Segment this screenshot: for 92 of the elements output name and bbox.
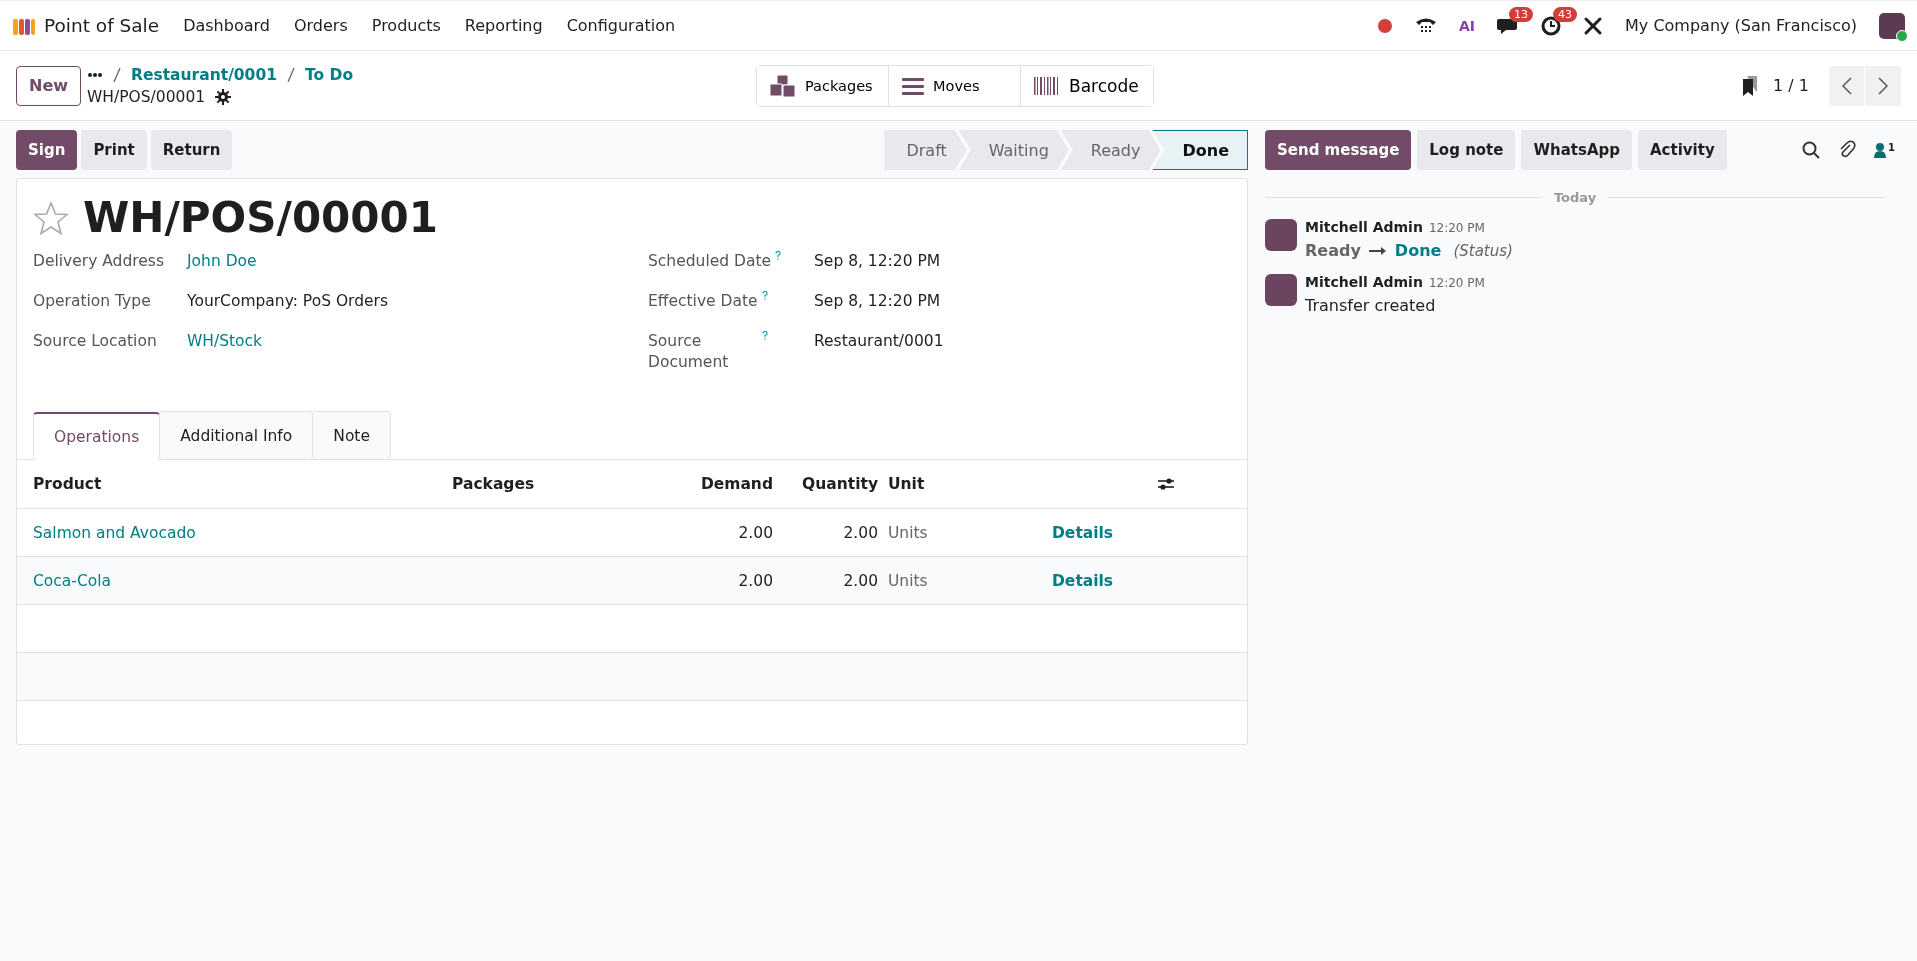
demand-cell: 2.00 <box>738 523 773 542</box>
column-settings-icon <box>1157 477 1174 492</box>
field-value: Sep 8, 12:20 PM <box>814 291 942 313</box>
new-button[interactable]: New <box>16 65 82 106</box>
date-separator: Today <box>1553 190 1597 205</box>
field-label: Source Document <box>648 331 730 374</box>
message-body: Transfer created <box>1305 296 1436 315</box>
chatter-button[interactable]: Activity <box>1638 130 1727 170</box>
record-dot-icon <box>1377 17 1393 34</box>
field-label: Source Location <box>33 331 157 353</box>
field-label: Delivery Address <box>33 251 164 273</box>
search-icon <box>1802 141 1821 159</box>
action-button[interactable]: Return <box>150 130 233 170</box>
menu-item[interactable]: Reporting <box>452 16 555 35</box>
user-avatar[interactable] <box>1879 12 1905 39</box>
gear-icon <box>215 88 232 105</box>
previous-button[interactable] <box>1829 65 1865 106</box>
question-icon <box>761 291 768 301</box>
message-author: Mitchell Admin <box>1305 219 1423 235</box>
slash-icon <box>286 66 295 83</box>
column-header[interactable]: Product <box>33 475 102 494</box>
demand-cell: 2.00 <box>738 571 773 590</box>
record-breadcrumb: WH/POS/00001 <box>87 87 206 106</box>
column-header[interactable]: Demand <box>700 475 773 494</box>
field-label: Effective Date <box>648 291 758 313</box>
chatter-button[interactable]: WhatsApp <box>1521 130 1632 170</box>
next-button[interactable] <box>1865 65 1901 106</box>
product-link[interactable]: Coca-Cola <box>33 571 112 590</box>
notebook-tab[interactable]: Operations <box>33 412 161 461</box>
more-icon <box>87 71 104 78</box>
question-icon <box>762 331 768 341</box>
author-avatar <box>1265 219 1297 251</box>
boxes-icon <box>769 73 797 98</box>
followers-button[interactable]: 1 <box>1874 142 1895 158</box>
action-button[interactable]: Print <box>81 130 147 170</box>
pager-value[interactable]: 1 / 1 <box>1773 76 1809 95</box>
quantity-cell: 2.00 <box>843 571 878 590</box>
barcode-icon <box>1033 75 1061 96</box>
chevron-left-icon <box>1841 76 1852 95</box>
details-link[interactable]: Details <box>1052 523 1114 542</box>
message-time: 12:20 PM <box>1428 276 1485 290</box>
tracking-new-value: Done <box>1394 241 1442 260</box>
message-time: 12:20 PM <box>1428 221 1485 235</box>
tracking-field-name: (Status) <box>1453 241 1513 260</box>
breadcrumb-link[interactable]: To Do <box>304 65 354 84</box>
chevron-right-icon <box>1878 76 1888 95</box>
status-step[interactable]: Waiting <box>958 130 1069 170</box>
action-button[interactable]: Sign <box>16 130 78 170</box>
field-link[interactable]: WH/Stock <box>187 327 648 353</box>
chatter-button[interactable]: Send message <box>1265 130 1412 170</box>
field-label: Operation Type <box>33 291 151 313</box>
app-name[interactable]: Point of Sale <box>44 15 160 36</box>
smart-button[interactable]: Packages <box>757 65 889 106</box>
bookmark-icon <box>1741 74 1760 97</box>
person-icon <box>1874 142 1887 158</box>
message-author: Mitchell Admin <box>1305 274 1423 290</box>
tracking-old-value: Ready <box>1305 241 1361 260</box>
menu-item[interactable]: Configuration <box>554 16 688 35</box>
breadcrumb-link[interactable]: Restaurant/0001 <box>131 65 277 84</box>
status-step[interactable]: Done <box>1152 130 1248 170</box>
message-count-badge: 13 <box>1509 6 1534 22</box>
activity-count-badge: 43 <box>1553 6 1578 22</box>
paperclip-icon <box>1838 140 1857 160</box>
quantity-cell: 2.00 <box>843 523 878 542</box>
status-step[interactable]: Draft <box>884 130 967 170</box>
slash-icon <box>113 66 122 83</box>
column-header[interactable]: Packages <box>452 475 535 494</box>
record-title: WH/POS/00001 <box>83 193 438 244</box>
menu-item[interactable]: Dashboard <box>171 16 282 35</box>
unit-cell: Units <box>888 523 928 542</box>
notebook-tab[interactable]: Additional Info <box>159 411 314 460</box>
author-avatar <box>1265 274 1297 306</box>
menu-item[interactable]: Orders <box>281 16 360 35</box>
unit-cell: Units <box>888 571 928 590</box>
field-value: Restaurant/0001 <box>814 331 945 353</box>
notebook-tab[interactable]: Note <box>312 411 391 460</box>
arrow-icon <box>1368 245 1387 256</box>
column-header[interactable]: Quantity <box>802 475 878 494</box>
field-label: Scheduled Date <box>648 251 772 273</box>
ai-logo[interactable]: AI <box>1459 17 1476 34</box>
product-link[interactable]: Salmon and Avocado <box>33 523 196 542</box>
question-icon <box>775 251 782 261</box>
field-value: Sep 8, 12:20 PM <box>814 251 942 273</box>
list-icon <box>901 75 925 96</box>
field-value: YourCompany: PoS Orders <box>187 291 389 313</box>
star-icon[interactable] <box>33 201 69 236</box>
column-header[interactable]: Unit <box>888 475 925 494</box>
company-switcher[interactable]: My Company (San Francisco) <box>1625 16 1857 35</box>
chatter-button[interactable]: Log note <box>1417 130 1516 170</box>
status-step[interactable]: Ready <box>1060 130 1161 170</box>
field-link[interactable]: John Doe <box>187 247 648 273</box>
menu-item[interactable]: Products <box>359 16 453 35</box>
